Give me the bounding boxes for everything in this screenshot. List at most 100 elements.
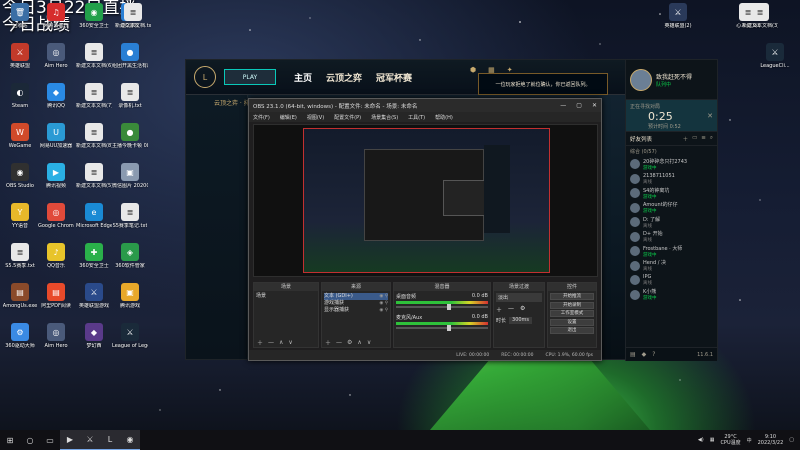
desktop-icon[interactable]: ♪ QQ音乐: [38, 243, 74, 269]
desktop-icon[interactable]: Y YY语音: [2, 203, 38, 229]
desktop-icon[interactable]: ≣ 新建文本文档(3).txt: [742, 3, 778, 29]
remove-icon[interactable]: —: [508, 305, 514, 314]
task-view-icon[interactable]: ▭: [40, 430, 60, 450]
desktop-icon[interactable]: ≣ 新建文本文档(5).txt: [76, 163, 112, 189]
league-nav-tft[interactable]: 云顶之弈: [326, 71, 362, 84]
league-notification-toast[interactable]: 一位玩家拒绝了就位确认，你已返回队列。: [478, 73, 608, 95]
desktop-icon[interactable]: ● 组团开黑生活有趣: [112, 43, 148, 69]
gear-icon[interactable]: ⚙: [520, 305, 525, 314]
transition-select[interactable]: 淡出: [496, 293, 542, 302]
friend-item[interactable]: Amount的仔仔 游戏中: [626, 201, 717, 216]
menu-profile[interactable]: 配置文件(P): [334, 114, 361, 121]
league-client-taskbar-icon[interactable]: L: [100, 430, 120, 450]
friend-item[interactable]: 20碎碎念只打2743 游戏中: [626, 157, 717, 172]
desktop-icon[interactable]: ◎ Aim Hero: [38, 323, 74, 349]
friend-item[interactable]: 2138711051 离线: [626, 172, 717, 187]
desktop-icon[interactable]: ♫ 网易云音乐: [38, 3, 74, 29]
notification-icon[interactable]: ▢: [789, 437, 794, 443]
settings-button[interactable]: 设置: [550, 318, 594, 326]
desktop-icon[interactable]: ▣ 腾讯游戏: [112, 283, 148, 309]
desktop-icon[interactable]: W WeGame: [2, 123, 38, 149]
league-nav-clash[interactable]: 冠军杯赛: [376, 71, 412, 84]
clock[interactable]: 9:10 2022/3/22: [758, 434, 784, 446]
obs-preview-canvas[interactable]: [303, 128, 550, 273]
maximize-icon[interactable]: ▢: [576, 102, 582, 109]
desktop-icon[interactable]: ▤ AmongUs.exe: [2, 283, 38, 309]
desktop-icon[interactable]: ⚔ League of Legends: [112, 323, 148, 349]
cancel-queue-icon[interactable]: ✕: [707, 112, 713, 120]
desktop-icon[interactable]: ≣ 新建文本文档.txt: [115, 3, 151, 29]
add-icon[interactable]: ＋: [257, 338, 263, 347]
move-down-icon[interactable]: ∨: [367, 339, 371, 346]
volume-slider[interactable]: [396, 304, 488, 310]
remove-icon[interactable]: —: [268, 339, 274, 346]
menu-scene-collection[interactable]: 场景集合(S): [371, 114, 398, 121]
add-icon[interactable]: ＋: [496, 305, 502, 314]
desktop-icon[interactable]: ● 主播今晚卡顿 0807...: [112, 123, 148, 149]
desktop-icon[interactable]: ≣ 录像机.txt: [112, 83, 148, 109]
duration-input[interactable]: 300ms: [509, 317, 533, 324]
league-nav-home[interactable]: 主页: [294, 71, 312, 84]
obs-preview[interactable]: [253, 124, 598, 277]
volume-icon[interactable]: ◀): [698, 437, 704, 443]
add-icon[interactable]: ＋: [325, 338, 331, 347]
network-icon[interactable]: ▦: [710, 437, 715, 443]
desktop-icon[interactable]: ≣ S5赛季笔记.txt: [112, 203, 148, 229]
help-icon[interactable]: ?: [652, 351, 655, 358]
move-down-icon[interactable]: ∨: [288, 339, 292, 346]
desktop-icon[interactable]: ◉ 360安全卫士: [76, 3, 112, 29]
menu-file[interactable]: 文件(F): [253, 114, 270, 121]
friend-item[interactable]: IPG 离线: [626, 273, 717, 288]
desktop-icon[interactable]: ◐ Steam: [2, 83, 38, 109]
scene-item[interactable]: 场景: [256, 293, 316, 300]
sort-icon[interactable]: ≡: [701, 135, 706, 143]
volume-slider[interactable]: [396, 325, 488, 331]
obs-window[interactable]: OBS 23.1.0 (64-bit, windows) - 配置文件: 未命名…: [248, 98, 602, 361]
menu-view[interactable]: 视图(V): [307, 114, 324, 121]
minimize-icon[interactable]: —: [560, 102, 566, 109]
desktop-icon[interactable]: ◈ 360软件管家: [112, 243, 148, 269]
desktop-icon[interactable]: ≣ 新建文本文档(7).txt: [76, 83, 112, 109]
exit-button[interactable]: 退出: [550, 327, 594, 334]
desktop-icon[interactable]: ▤ 阿里PDF阅读: [38, 283, 74, 309]
tencent-video-icon[interactable]: ▶: [60, 430, 80, 450]
desktop-icon[interactable]: ✚ 360安全卫士: [76, 243, 112, 269]
league-profile[interactable]: 致我赶死不得 队列中: [626, 60, 717, 100]
desktop-icon[interactable]: ◎ Aim Hero: [38, 43, 74, 69]
input-method-icon[interactable]: 中: [747, 437, 752, 444]
friend-item[interactable]: D+ 开始 离线: [626, 230, 717, 245]
chat-icon[interactable]: ▤: [630, 351, 636, 358]
desktop-icon[interactable]: ◎ Google Chrome: [38, 203, 74, 229]
search-icon[interactable]: ⌕: [710, 135, 713, 143]
menu-edit[interactable]: 编辑(E): [280, 114, 297, 121]
source-item[interactable]: 显示器捕获 ◉ ⚲: [324, 307, 388, 314]
friend-item[interactable]: Frostbane · 大师 游戏中: [626, 244, 717, 259]
desktop-icon[interactable]: ≣ 新建文本文档(6).txt: [76, 43, 112, 69]
obs-taskbar-icon[interactable]: ◉: [120, 430, 140, 450]
friends-group[interactable]: 综合 (0/57): [626, 146, 717, 157]
add-friend-icon[interactable]: ＋: [683, 135, 689, 143]
league-play-button[interactable]: PLAY: [224, 69, 276, 85]
weather[interactable]: 29°C CPU温度: [720, 434, 740, 446]
mission-icon[interactable]: ◆: [642, 351, 647, 358]
source-item[interactable]: 文本 (GDI+) ◉ ⚲: [324, 293, 388, 300]
close-icon[interactable]: ✕: [592, 102, 597, 109]
desktop-icon[interactable]: ≣ 新建文本文档(8).txt: [76, 123, 112, 149]
desktop-icon[interactable]: ◆ 腾讯QQ: [38, 83, 74, 109]
move-up-icon[interactable]: ∧: [357, 339, 361, 346]
studio-mode-button[interactable]: 工作室模式: [550, 310, 594, 317]
friend-item[interactable]: S4的钟离坑 游戏中: [626, 186, 717, 201]
desktop-icon[interactable]: ≣ S5.5赛季.txt: [2, 243, 38, 269]
search-icon[interactable]: ○: [20, 430, 40, 450]
friend-item[interactable]: K小熊 游戏中: [626, 288, 717, 303]
desktop-icon[interactable]: ▣ 微信图片 2020051...: [112, 163, 148, 189]
friend-item[interactable]: D: 了解 离线: [626, 215, 717, 230]
gear-icon[interactable]: ⚙: [347, 339, 352, 346]
desktop-icon[interactable]: ⚔ 英雄联盟: [2, 43, 38, 69]
menu-tools[interactable]: 工具(T): [408, 114, 425, 121]
desktop-icon[interactable]: ▶ 腾讯视频: [38, 163, 74, 189]
remove-icon[interactable]: —: [336, 339, 342, 346]
desktop-icon[interactable]: ⚙ 360驱动大师: [2, 323, 38, 349]
start-streaming-button[interactable]: 开始推流: [550, 293, 594, 300]
folder-icon[interactable]: ▭: [692, 135, 697, 143]
